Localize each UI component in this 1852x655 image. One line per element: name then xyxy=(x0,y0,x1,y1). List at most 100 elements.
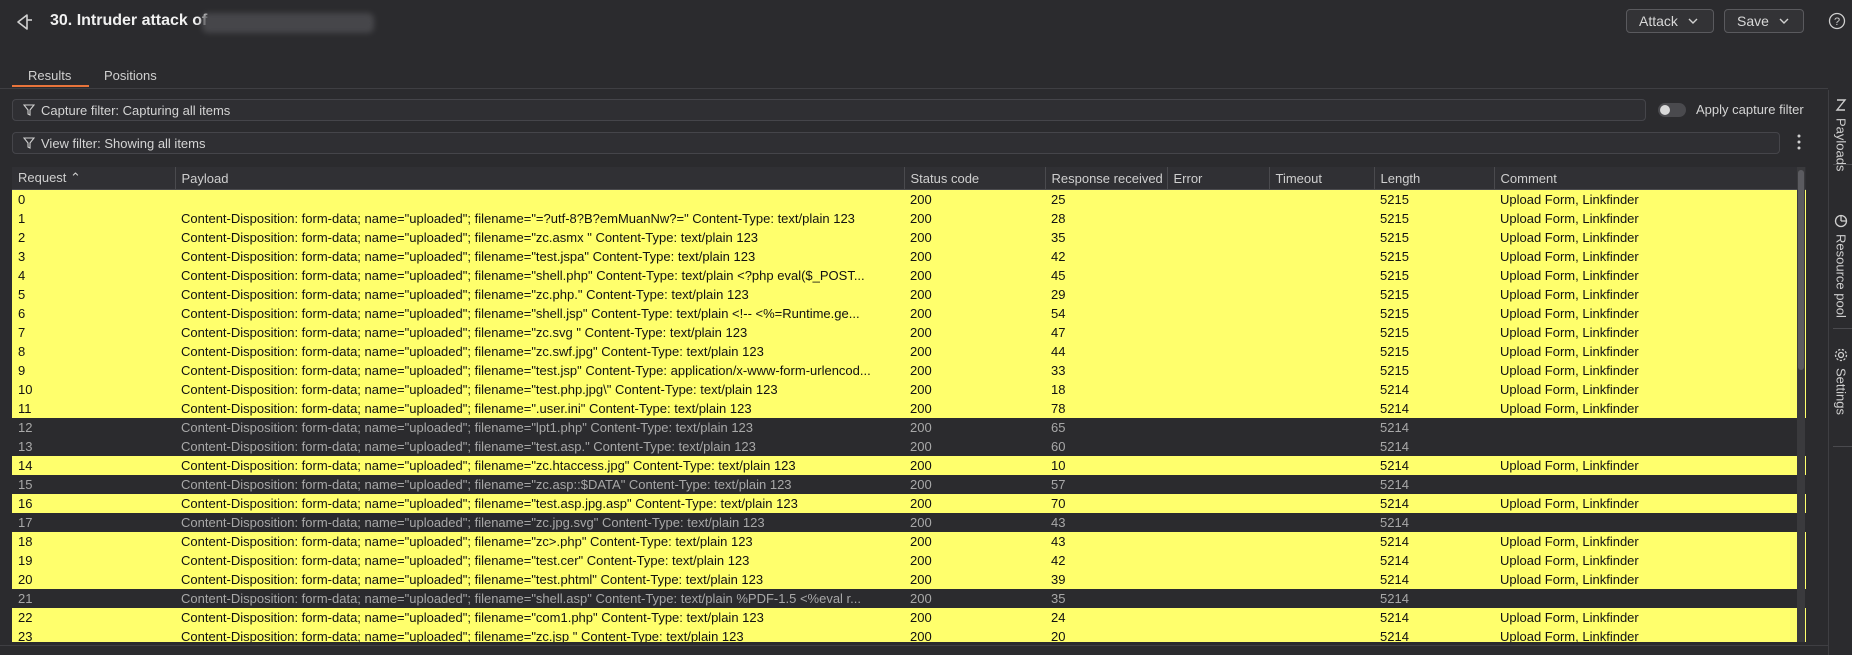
cell-status-code: 200 xyxy=(904,285,1045,304)
table-row[interactable]: 11 Content-Disposition: form-data; name="… xyxy=(12,399,1806,418)
cell-status-code: 200 xyxy=(904,209,1045,228)
side-tab-payloads[interactable]: Payloads xyxy=(1829,98,1852,171)
table-row[interactable]: 7 Content-Disposition: form-data; name="u… xyxy=(12,323,1806,342)
table-row[interactable]: 14 Content-Disposition: form-data; name="… xyxy=(12,456,1806,475)
cell-timeout xyxy=(1269,209,1374,228)
table-row[interactable]: 17 Content-Disposition: form-data; name="… xyxy=(12,513,1806,532)
cell-length: 5215 xyxy=(1374,209,1494,228)
cell-timeout xyxy=(1269,380,1374,399)
table-row[interactable]: 18 Content-Disposition: form-data; name="… xyxy=(12,532,1806,551)
cell-comment: Upload Form, Linkfinder xyxy=(1494,399,1806,418)
table-row[interactable]: 1 Content-Disposition: form-data; name="u… xyxy=(12,209,1806,228)
cell-error xyxy=(1167,475,1269,494)
cell-error xyxy=(1167,380,1269,399)
table-row[interactable]: 20 Content-Disposition: form-data; name="… xyxy=(12,570,1806,589)
table-row[interactable]: 15 Content-Disposition: form-data; name="… xyxy=(12,475,1806,494)
table-row[interactable]: 21 Content-Disposition: form-data; name="… xyxy=(12,589,1806,608)
cell-response-received: 25 xyxy=(1045,189,1167,209)
capture-filter-bar[interactable]: Capture filter: Capturing all items xyxy=(12,99,1646,121)
cell-error xyxy=(1167,399,1269,418)
table-row[interactable]: 23 Content-Disposition: form-data; name="… xyxy=(12,627,1806,642)
save-button[interactable]: Save xyxy=(1724,9,1804,33)
cell-error xyxy=(1167,209,1269,228)
column-header-payload[interactable]: Payload xyxy=(175,167,905,190)
help-icon[interactable]: ? xyxy=(1828,12,1846,30)
column-header-error[interactable]: Error xyxy=(1167,167,1270,190)
table-row[interactable]: 0 200 25 5215 Upload Form, Linkfinder xyxy=(12,189,1806,209)
cell-response-received: 43 xyxy=(1045,532,1167,551)
cell-status-code: 200 xyxy=(904,266,1045,285)
column-header-comment[interactable]: Comment xyxy=(1494,167,1806,190)
cell-timeout xyxy=(1269,361,1374,380)
cell-status-code: 200 xyxy=(904,399,1045,418)
table-row[interactable]: 9 Content-Disposition: form-data; name="u… xyxy=(12,361,1806,380)
apply-capture-filter-toggle[interactable] xyxy=(1658,103,1686,117)
table-row[interactable]: 5 Content-Disposition: form-data; name="u… xyxy=(12,285,1806,304)
attack-button[interactable]: Attack xyxy=(1626,9,1714,33)
side-tab-resource-pool-label: Resource pool xyxy=(1833,234,1849,318)
cell-comment: Upload Form, Linkfinder xyxy=(1494,266,1806,285)
cell-comment xyxy=(1494,475,1806,494)
table-row[interactable]: 8 Content-Disposition: form-data; name="u… xyxy=(12,342,1806,361)
cell-payload: Content-Disposition: form-data; name="up… xyxy=(175,418,904,437)
cell-payload: Content-Disposition: form-data; name="up… xyxy=(175,380,904,399)
cell-status-code: 200 xyxy=(904,494,1045,513)
view-filter-bar[interactable]: View filter: Showing all items xyxy=(12,132,1780,154)
cell-request: 12 xyxy=(12,418,175,437)
table-row[interactable]: 6 Content-Disposition: form-data; name="u… xyxy=(12,304,1806,323)
table-row[interactable]: 2 Content-Disposition: form-data; name="u… xyxy=(12,228,1806,247)
cell-error xyxy=(1167,551,1269,570)
cell-length: 5214 xyxy=(1374,456,1494,475)
cell-comment xyxy=(1494,437,1806,456)
table-scrollbar-thumb[interactable] xyxy=(1798,170,1804,370)
cell-comment: Upload Form, Linkfinder xyxy=(1494,209,1806,228)
cell-payload: Content-Disposition: form-data; name="up… xyxy=(175,285,904,304)
more-options-icon[interactable] xyxy=(1794,133,1804,151)
tab-positions[interactable]: Positions xyxy=(104,68,157,83)
table-row[interactable]: 19 Content-Disposition: form-data; name="… xyxy=(12,551,1806,570)
cell-length: 5215 xyxy=(1374,342,1494,361)
table-row[interactable]: 12 Content-Disposition: form-data; name="… xyxy=(12,418,1806,437)
back-icon[interactable] xyxy=(12,11,34,33)
cell-comment: Upload Form, Linkfinder xyxy=(1494,228,1806,247)
table-row[interactable]: 4 Content-Disposition: form-data; name="u… xyxy=(12,266,1806,285)
redacted-target xyxy=(202,13,374,33)
table-row[interactable]: 13 Content-Disposition: form-data; name="… xyxy=(12,437,1806,456)
cell-error xyxy=(1167,532,1269,551)
table-row[interactable]: 16 Content-Disposition: form-data; name="… xyxy=(12,494,1806,513)
column-header-timeout[interactable]: Timeout xyxy=(1269,167,1375,190)
cell-timeout xyxy=(1269,266,1374,285)
cell-response-received: 10 xyxy=(1045,456,1167,475)
side-tab-resource-pool[interactable]: Resource pool xyxy=(1829,214,1852,318)
cell-length: 5214 xyxy=(1374,380,1494,399)
side-tab-settings[interactable]: Settings xyxy=(1829,348,1852,415)
cell-comment: Upload Form, Linkfinder xyxy=(1494,532,1806,551)
cell-timeout xyxy=(1269,551,1374,570)
column-header-status-code[interactable]: Status code xyxy=(904,167,1046,190)
cell-timeout xyxy=(1269,304,1374,323)
table-header-row: Request ⌃ Payload Status code Response r… xyxy=(12,167,1806,190)
column-header-length[interactable]: Length xyxy=(1374,167,1495,190)
filter-icon xyxy=(23,104,35,116)
tab-divider xyxy=(0,88,1828,89)
side-panel: Payloads Resource pool Settings xyxy=(1828,90,1852,655)
cell-request: 1 xyxy=(12,209,175,228)
cell-payload: Content-Disposition: form-data; name="up… xyxy=(175,627,904,642)
table-row[interactable]: 22 Content-Disposition: form-data; name="… xyxy=(12,608,1806,627)
cell-timeout xyxy=(1269,475,1374,494)
cell-error xyxy=(1167,418,1269,437)
cell-payload: Content-Disposition: form-data; name="up… xyxy=(175,570,904,589)
cell-request: 22 xyxy=(12,608,175,627)
cell-error xyxy=(1167,456,1269,475)
cell-response-received: 24 xyxy=(1045,608,1167,627)
tab-results[interactable]: Results xyxy=(28,68,71,83)
column-header-response-received[interactable]: Response received xyxy=(1045,167,1168,190)
table-row[interactable]: 3 Content-Disposition: form-data; name="u… xyxy=(12,247,1806,266)
cell-comment: Upload Form, Linkfinder xyxy=(1494,361,1806,380)
table-row[interactable]: 10 Content-Disposition: form-data; name="… xyxy=(12,380,1806,399)
cell-length: 5214 xyxy=(1374,418,1494,437)
cell-timeout xyxy=(1269,418,1374,437)
column-header-request[interactable]: Request ⌃ xyxy=(12,167,176,190)
cell-status-code: 200 xyxy=(904,570,1045,589)
cell-comment: Upload Form, Linkfinder xyxy=(1494,380,1806,399)
